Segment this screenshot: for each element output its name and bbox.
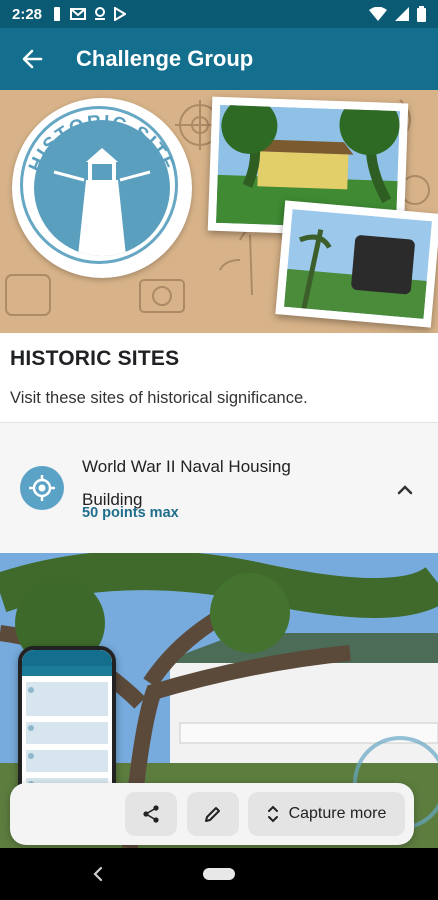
battery-icon (417, 6, 426, 22)
capture-more-button[interactable]: Capture more (248, 792, 405, 836)
mail-icon (70, 8, 87, 20)
notification-icon (54, 7, 61, 21)
badge-text: HISTORIC SITE (25, 112, 177, 176)
challenge-item-points: 50 points max (82, 505, 179, 521)
nav-home-pill[interactable] (203, 868, 235, 880)
bottom-action-bar: Capture more (10, 783, 414, 845)
wifi-icon (369, 7, 387, 21)
share-icon (143, 805, 159, 823)
section-description: Visit these sites of historical signific… (10, 389, 308, 407)
play-store-icon (114, 7, 127, 21)
arrow-left-icon (22, 49, 43, 69)
svg-text:HISTORIC SITE: HISTORIC SITE (25, 112, 179, 176)
pencil-icon (205, 807, 220, 822)
nav-back-button[interactable] (88, 864, 108, 884)
marker-photo-image (283, 209, 433, 319)
hero-banner: HISTORIC SITE (0, 90, 438, 333)
signal-icon (395, 7, 409, 21)
location-target-icon (20, 466, 64, 510)
chevron-up-icon (397, 485, 413, 495)
status-system-icons (369, 6, 426, 22)
page-title: Challenge Group (76, 46, 254, 71)
share-button[interactable] (125, 792, 177, 836)
status-bar: 2:28 (0, 0, 438, 28)
status-time: 2:28 (12, 5, 43, 23)
collapse-button[interactable] (394, 479, 416, 506)
app-bar: Challenge Group (0, 28, 438, 90)
photo-marker (275, 200, 438, 328)
historic-site-badge: HISTORIC SITE (12, 98, 192, 278)
expand-icon (267, 805, 278, 823)
location-icon (95, 7, 106, 20)
status-notification-icons (52, 7, 127, 21)
capture-more-label: Capture more (288, 805, 387, 822)
system-navigation-bar (0, 848, 438, 900)
back-button[interactable] (0, 48, 64, 70)
section-title: HISTORIC SITES (10, 347, 180, 370)
edit-button[interactable] (187, 792, 239, 836)
challenge-list-item[interactable]: World War II Naval Housing Building 50 p… (0, 423, 438, 553)
chevron-left-icon (93, 866, 103, 882)
